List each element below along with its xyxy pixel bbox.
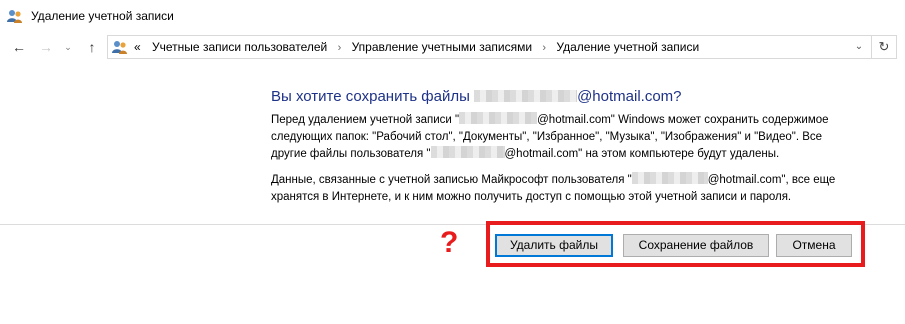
address-dropdown-chevron-icon[interactable]: ⌄ [848,36,870,58]
forward-arrow-icon[interactable]: → [38,39,54,55]
back-arrow-icon[interactable]: ← [11,39,27,55]
breadcrumb: « Учетные записи пользователей › Управле… [134,40,699,54]
breadcrumb-separator[interactable]: › [542,42,546,54]
cancel-button[interactable]: Отмена [776,234,852,257]
user-accounts-icon [7,10,22,23]
breadcrumb-user-accounts[interactable]: Учетные записи пользователей [152,40,327,54]
redacted-email [474,90,578,102]
redacted-email [631,172,708,184]
up-arrow-icon[interactable]: ↑ [84,39,100,55]
recent-locations-chevron-icon[interactable]: ⌄ [62,39,74,55]
online-data-description: Данные, связанные с учетной записью Майк… [271,172,836,203]
question-mark-annotation: ? [440,226,459,259]
user-accounts-icon [112,41,127,54]
delete-files-button[interactable]: Удалить файлы [495,234,613,257]
files-description: Перед удалением учетной записи " @hotmail… [271,112,829,160]
address-bar[interactable]: « Учетные записи пользователей › Управле… [107,35,897,59]
window-title: Удаление учетной записи [31,9,174,23]
keep-files-button[interactable]: Сохранение файлов [623,234,769,257]
breadcrumb-delete-account[interactable]: Удаление учетной записи [556,40,699,54]
redacted-email [459,112,538,124]
breadcrumb-manage-accounts[interactable]: Управление учетными записями [352,40,532,54]
page-title: Вы хотите сохранить файлы @hotmail.com? [271,88,682,105]
breadcrumb-overflow[interactable]: « [134,40,141,54]
title-bar: Удаление учетной записи [0,0,905,33]
redacted-email [430,146,505,158]
breadcrumb-separator[interactable]: › [338,42,342,54]
refresh-icon[interactable]: ↻ [871,36,896,58]
